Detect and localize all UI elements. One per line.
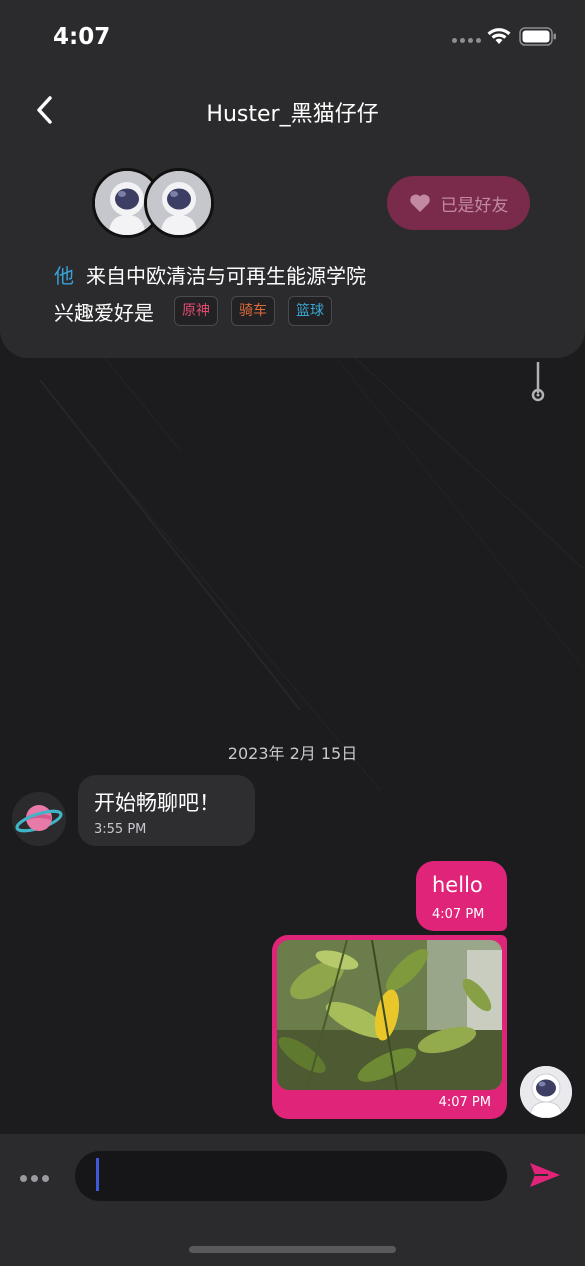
my-avatar[interactable] xyxy=(520,1066,572,1118)
message-input[interactable] xyxy=(75,1151,507,1201)
nav-header: Huster_黑猫仔仔 xyxy=(0,70,585,150)
hobby-tag: 原神 xyxy=(174,296,218,326)
message-composer xyxy=(0,1134,585,1266)
message-bubble-incoming[interactable]: 开始畅聊吧！ 3:55 PM xyxy=(78,775,255,846)
plant-photo-image xyxy=(277,940,502,1090)
hobby-tag: 骑车 xyxy=(231,296,275,326)
avatar-pair xyxy=(92,168,214,240)
message-bubble-outgoing[interactable]: hello 4:07 PM xyxy=(416,861,507,931)
image-message-bubble[interactable]: 4:07 PM xyxy=(272,935,507,1119)
wifi-icon xyxy=(487,28,511,44)
message-time: 4:07 PM xyxy=(438,1095,491,1110)
status-bar: 4:07 xyxy=(0,0,585,70)
send-icon[interactable] xyxy=(528,1160,562,1190)
astronaut-icon xyxy=(147,171,211,235)
page-title: Huster_黑猫仔仔 xyxy=(206,102,379,127)
profile-origin: 他 来自中欧清洁与可再生能源学院 xyxy=(54,260,366,289)
cellular-signal-icon xyxy=(452,38,481,43)
text-caret xyxy=(96,1158,99,1191)
battery-icon xyxy=(519,27,556,46)
friend-avatar[interactable] xyxy=(144,168,214,238)
date-divider: 2023年 2月 15日 xyxy=(227,744,358,763)
hobby-label: 兴趣爱好是 xyxy=(54,300,154,325)
friend-status-label: 已是好友 xyxy=(440,195,509,216)
pull-handle-icon[interactable] xyxy=(530,362,546,404)
origin-text: 来自中欧清洁与可再生能源学院 xyxy=(86,264,366,288)
home-indicator xyxy=(189,1246,396,1253)
more-icon[interactable] xyxy=(20,1172,52,1184)
astronaut-icon xyxy=(520,1066,572,1118)
hobby-row: 兴趣爱好是 原神 骑车 篮球 xyxy=(54,296,345,326)
status-time: 4:07 xyxy=(53,24,111,50)
message-time: 3:55 PM xyxy=(94,822,147,837)
message-text: hello xyxy=(432,873,483,897)
heart-icon xyxy=(409,194,430,212)
planet-icon xyxy=(12,792,66,846)
message-time: 4:07 PM xyxy=(432,907,485,922)
message-text: 开始畅聊吧！ xyxy=(94,791,220,815)
message-photo[interactable] xyxy=(277,940,502,1090)
friend-status-button[interactable]: 已是好友 xyxy=(387,176,530,230)
system-avatar[interactable] xyxy=(12,792,66,846)
chat-screen: 4:07 Huster_黑猫仔仔 已是好友 他 来自中欧清洁与可再生能源学院 兴… xyxy=(0,0,585,1266)
pronoun-label: 他 xyxy=(54,264,74,288)
profile-card: 已是好友 他 来自中欧清洁与可再生能源学院 兴趣爱好是 原神 骑车 篮球 xyxy=(0,150,585,358)
hobby-tag: 篮球 xyxy=(288,296,332,326)
